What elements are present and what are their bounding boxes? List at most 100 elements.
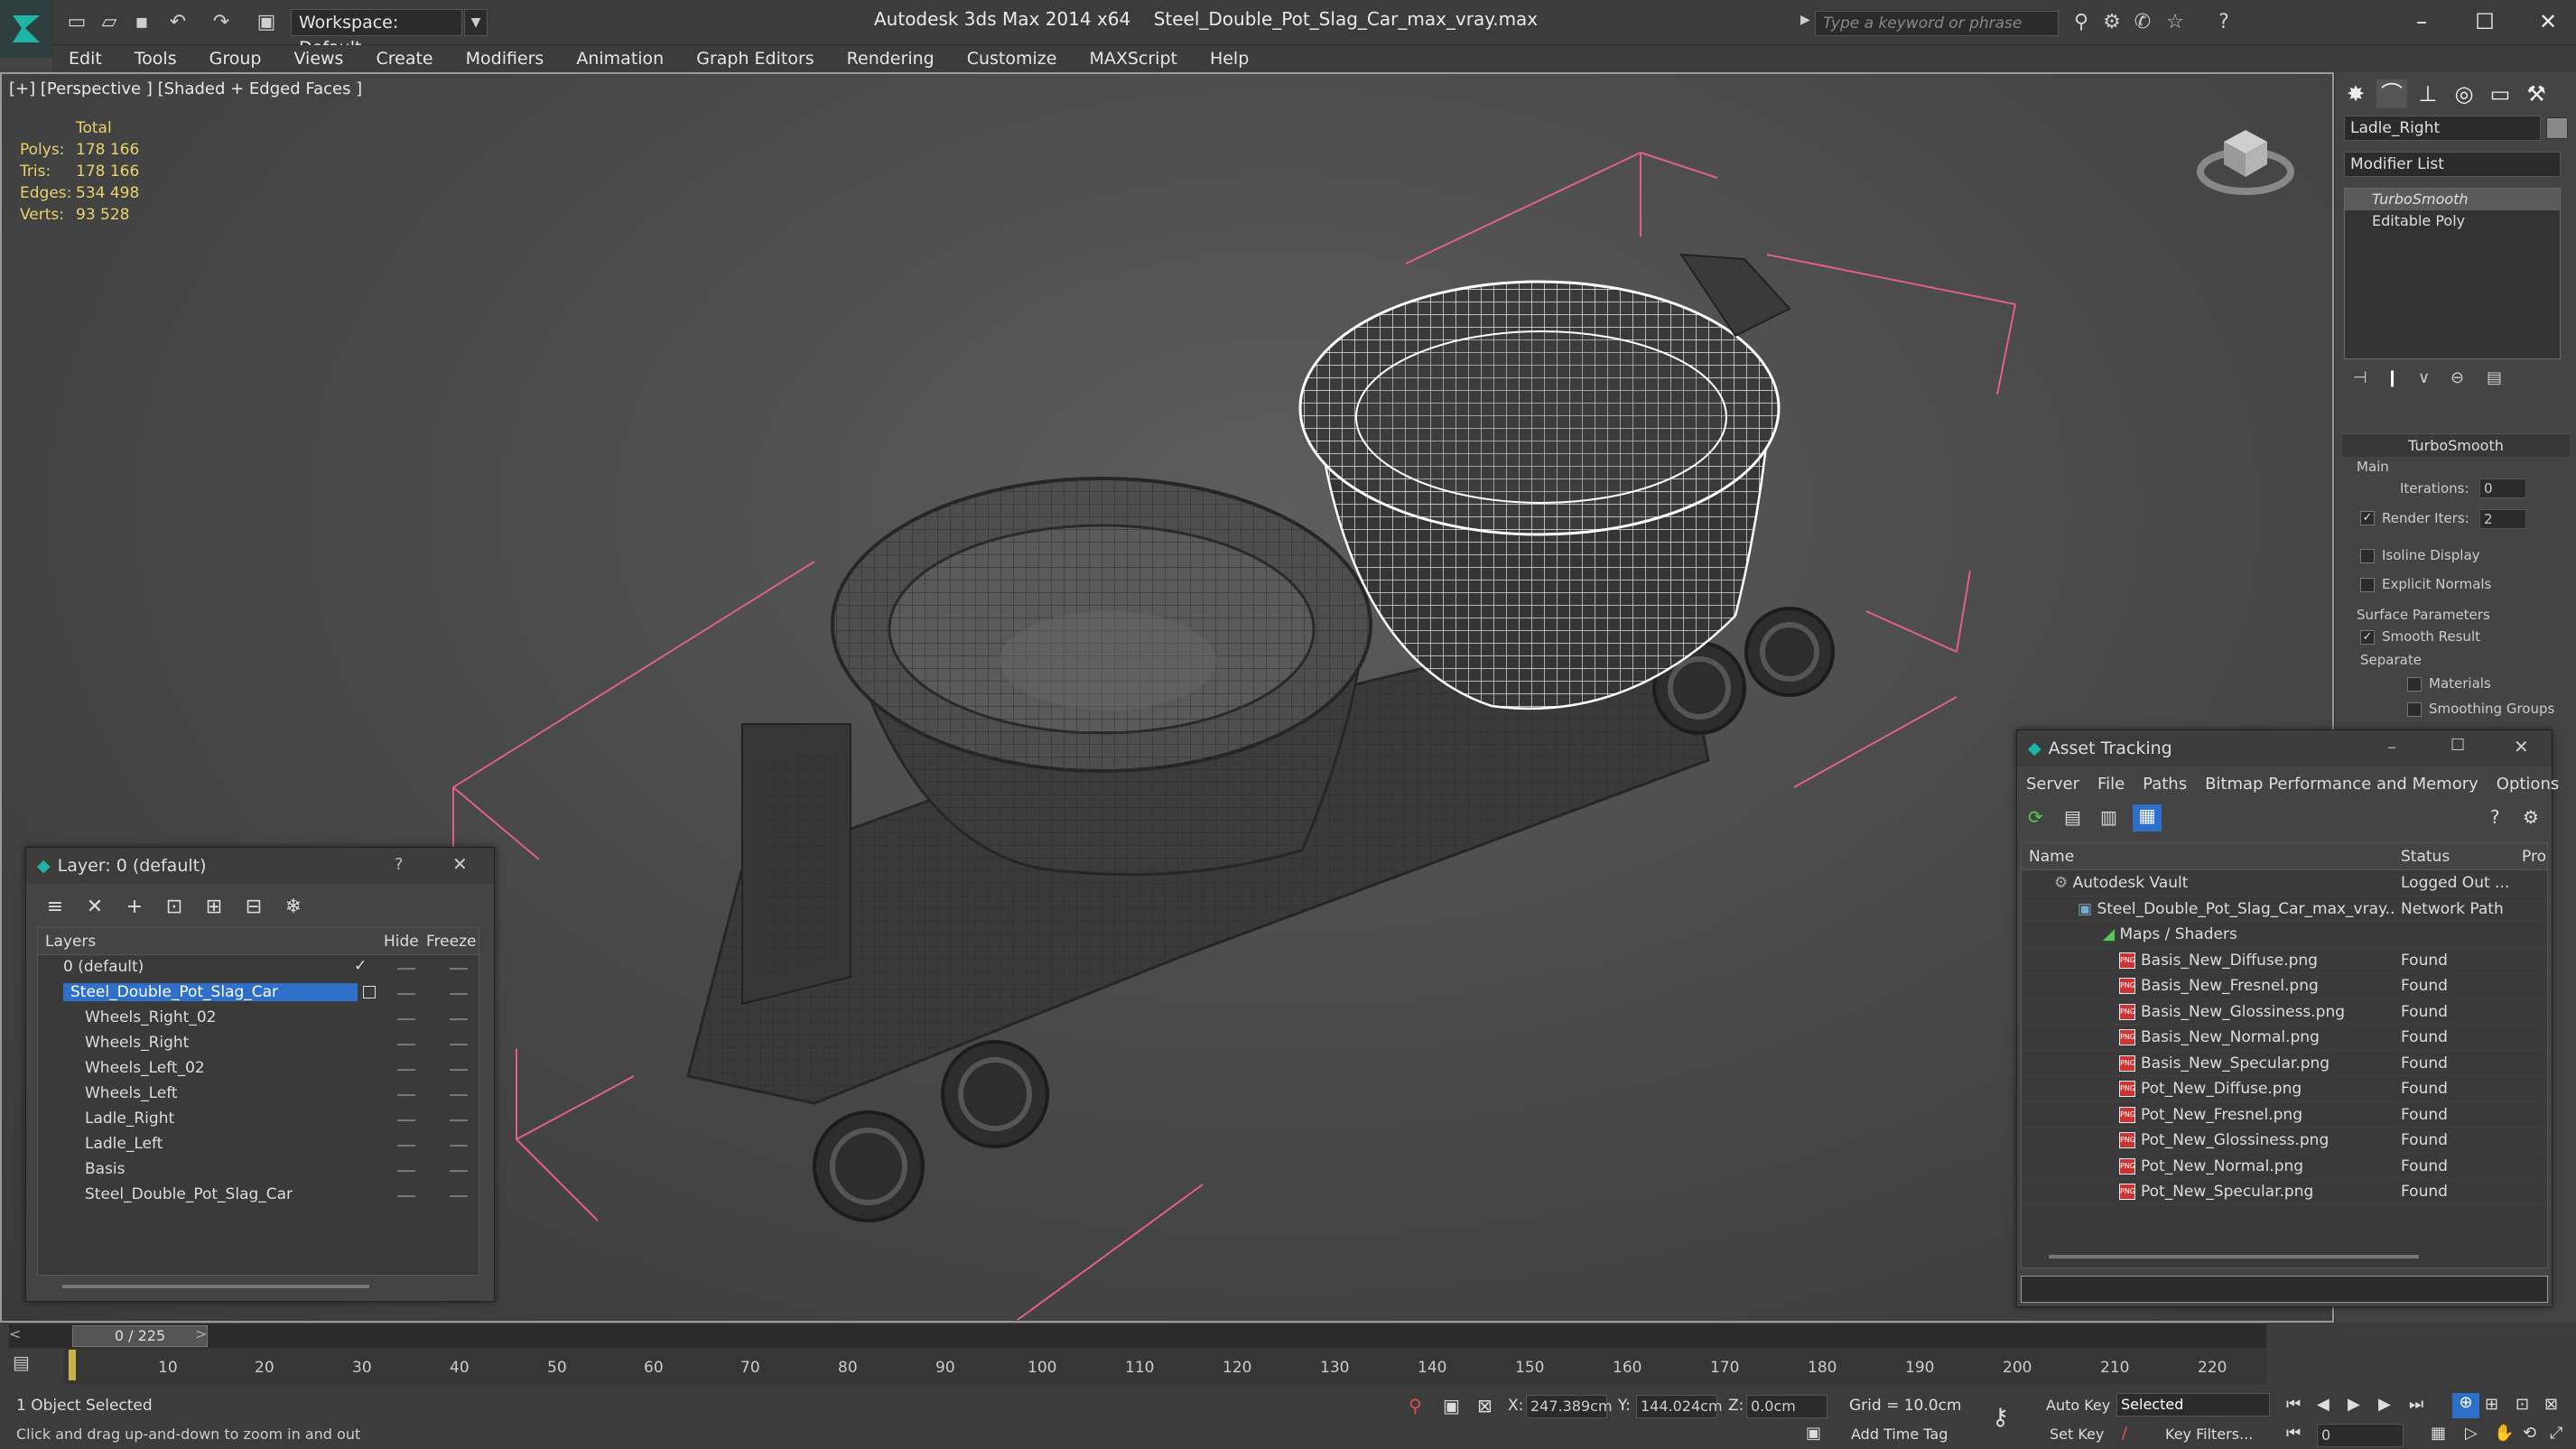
layer-row[interactable]: Steel_Double_Pot_Slag_Car: [38, 1183, 479, 1208]
menu-options[interactable]: Options: [2488, 775, 2568, 794]
minimize-icon[interactable]: –: [2396, 5, 2447, 38]
refresh-icon[interactable]: ⟳: [2028, 806, 2053, 831]
stack-item-turbosmooth[interactable]: TurboSmooth: [2345, 189, 2560, 210]
absolute-mode-icon[interactable]: ⊠: [1477, 1395, 1493, 1416]
modifier-list-dropdown[interactable]: Modifier List: [2344, 152, 2561, 177]
maximize-viewport-icon[interactable]: ⤢: [2550, 1424, 2562, 1443]
layer-row[interactable]: Steel_Double_Pot_Slag_Car: [38, 980, 479, 1006]
menu-views[interactable]: Views: [277, 49, 359, 69]
add-to-layer-icon[interactable]: [363, 986, 376, 999]
current-frame-field[interactable]: 0: [2317, 1424, 2404, 1447]
remove-modifier-icon[interactable]: ⊖: [2450, 368, 2474, 392]
go-to-start-icon[interactable]: ⏮: [2286, 1395, 2301, 1414]
layer-row[interactable]: 0 (default) ✓: [38, 955, 479, 980]
menu-customize[interactable]: Customize: [951, 49, 1074, 69]
motion-tab-icon[interactable]: ◎: [2449, 79, 2479, 108]
create-layer-icon[interactable]: +: [122, 895, 147, 920]
previous-frame-icon[interactable]: ◀: [2317, 1395, 2330, 1414]
asset-scrollbar[interactable]: [2049, 1255, 2419, 1259]
menu-modifiers[interactable]: Modifiers: [450, 49, 561, 69]
asset-row[interactable]: ▣ Steel_Double_Pot_Slag_Car_max_vray....…: [2022, 896, 2547, 922]
add-time-tag[interactable]: Add Time Tag: [1851, 1426, 1948, 1443]
subscription-icon[interactable]: ⚙: [2100, 11, 2124, 34]
menu-paths[interactable]: Paths: [2134, 775, 2196, 794]
field-of-view-icon[interactable]: ▷: [2465, 1424, 2478, 1443]
open-file-icon[interactable]: ▱: [98, 11, 121, 34]
object-color-swatch[interactable]: [2546, 117, 2568, 139]
hide-column-header[interactable]: Hide: [384, 933, 419, 951]
next-frame-icon[interactable]: ▶: [2378, 1395, 2391, 1414]
asset-tracking-titlebar[interactable]: ◆ Asset Tracking: [2017, 730, 2552, 766]
status-column-header[interactable]: Status: [2401, 848, 2450, 866]
new-file-icon[interactable]: ▭: [65, 11, 88, 34]
freeze-column-header[interactable]: Freeze: [426, 933, 476, 951]
asset-settings-icon[interactable]: ⚙: [2523, 806, 2548, 831]
asset-row[interactable]: ◢ Maps / Shaders: [2022, 922, 2547, 948]
time-slider[interactable]: < 0 / 225 >: [9, 1323, 2266, 1348]
list-view-icon[interactable]: ▤: [2064, 806, 2089, 831]
asset-path-field[interactable]: [2021, 1276, 2548, 1303]
pin-stack-icon[interactable]: ⊣: [2353, 368, 2376, 392]
app-logo-icon[interactable]: [0, 0, 52, 58]
object-name-field[interactable]: Ladle_Right: [2344, 116, 2541, 141]
select-objects-in-layer-icon[interactable]: ⊡: [162, 895, 187, 920]
asset-row[interactable]: PNG Basis_New_Glossiness.png Found: [2022, 999, 2547, 1025]
isoline-display-checkbox[interactable]: [2360, 549, 2375, 563]
freeze-all-layers-icon[interactable]: ❄: [281, 895, 306, 920]
auto-key-button[interactable]: Auto Key: [2046, 1397, 2110, 1414]
layer-scrollbar[interactable]: [62, 1285, 369, 1288]
layer-tool-icon[interactable]: ≡: [42, 895, 68, 920]
search-expand-icon[interactable]: ▶: [1800, 13, 1813, 34]
asset-row[interactable]: PNG Pot_New_Glossiness.png Found: [2022, 1128, 2547, 1154]
highlight-selected-icon[interactable]: ⊞: [201, 895, 227, 920]
materials-checkbox[interactable]: [2407, 677, 2422, 692]
create-tab-icon[interactable]: ✸: [2340, 79, 2371, 108]
maximize-icon[interactable]: ☐: [2460, 5, 2510, 38]
layer-row[interactable]: Ladle_Right: [38, 1107, 479, 1132]
set-key-mode-icon[interactable]: ∕: [2122, 1424, 2127, 1443]
track-bar[interactable]: 10 20 30 40 50 60 70 80 90 100 110 120 1…: [63, 1348, 2266, 1384]
render-iters-spinner[interactable]: 2: [2479, 509, 2526, 529]
zoom-extents-all-icon[interactable]: ⊠: [2544, 1395, 2558, 1414]
smoothing-groups-checkbox[interactable]: [2407, 702, 2422, 717]
asset-row[interactable]: PNG Basis_New_Fresnel.png Found: [2022, 973, 2547, 999]
workspace-dropdown[interactable]: Workspace: Default: [291, 9, 462, 58]
iterations-spinner[interactable]: 0: [2479, 478, 2526, 498]
orbit-icon[interactable]: ⟲: [2523, 1424, 2536, 1443]
time-configuration-icon[interactable]: ▦: [2431, 1424, 2446, 1443]
go-to-end-icon[interactable]: ⏭: [2409, 1395, 2423, 1414]
asset-row[interactable]: PNG Basis_New_Diffuse.png Found: [2022, 948, 2547, 973]
redo-icon[interactable]: ↷: [209, 11, 233, 34]
selection-set-dropdown[interactable]: Selected: [2116, 1393, 2270, 1416]
binoculars-icon[interactable]: ⚲: [2069, 11, 2093, 34]
configure-sets-icon[interactable]: ▤: [2487, 368, 2510, 392]
selection-lock-icon[interactable]: ▣: [1443, 1395, 1460, 1416]
zoom-all-icon[interactable]: ⊞: [2485, 1395, 2498, 1414]
favorites-star-icon[interactable]: ☆: [2163, 11, 2187, 34]
hierarchy-tab-icon[interactable]: ⊥: [2413, 79, 2443, 108]
layer-row[interactable]: Wheels_Left_02: [38, 1056, 479, 1082]
key-icon[interactable]: ⚷: [1992, 1404, 2009, 1431]
tree-view-icon[interactable]: ▥: [2100, 806, 2125, 831]
z-coordinate-field[interactable]: 0.0cm: [1746, 1395, 1827, 1418]
zoom-icon[interactable]: ⊕: [2452, 1393, 2479, 1418]
asset-row[interactable]: PNG Pot_New_Diffuse.png Found: [2022, 1076, 2547, 1102]
show-end-result-icon[interactable]: ❙: [2385, 368, 2409, 392]
menu-animation[interactable]: Animation: [560, 49, 680, 69]
asset-row[interactable]: PNG Pot_New_Fresnel.png Found: [2022, 1102, 2547, 1128]
key-mode-toggle-icon[interactable]: ⏮: [2286, 1424, 2301, 1443]
mini-curve-editor-icon[interactable]: ▤: [13, 1351, 43, 1379]
menu-bitmap-performance[interactable]: Bitmap Performance and Memory: [2196, 775, 2488, 794]
display-tab-icon[interactable]: ▭: [2485, 79, 2516, 108]
menu-server[interactable]: Server: [2017, 775, 2088, 794]
delete-layer-icon[interactable]: ✕: [82, 895, 107, 920]
modify-tab-icon[interactable]: ⌒: [2376, 79, 2407, 108]
smooth-result-checkbox[interactable]: ✓: [2360, 630, 2375, 645]
set-key-button[interactable]: Set Key: [2050, 1426, 2104, 1443]
turbosmooth-rollout-header[interactable]: TurboSmooth: [2342, 433, 2570, 457]
active-layer-check-icon[interactable]: ✓: [354, 957, 367, 975]
asset-help-icon[interactable]: ?: [2490, 806, 2516, 831]
project-folder-icon[interactable]: ▣: [255, 11, 278, 34]
hide-all-layers-icon[interactable]: ⊟: [241, 895, 266, 920]
menu-maxscript[interactable]: MAXScript: [1073, 49, 1194, 69]
